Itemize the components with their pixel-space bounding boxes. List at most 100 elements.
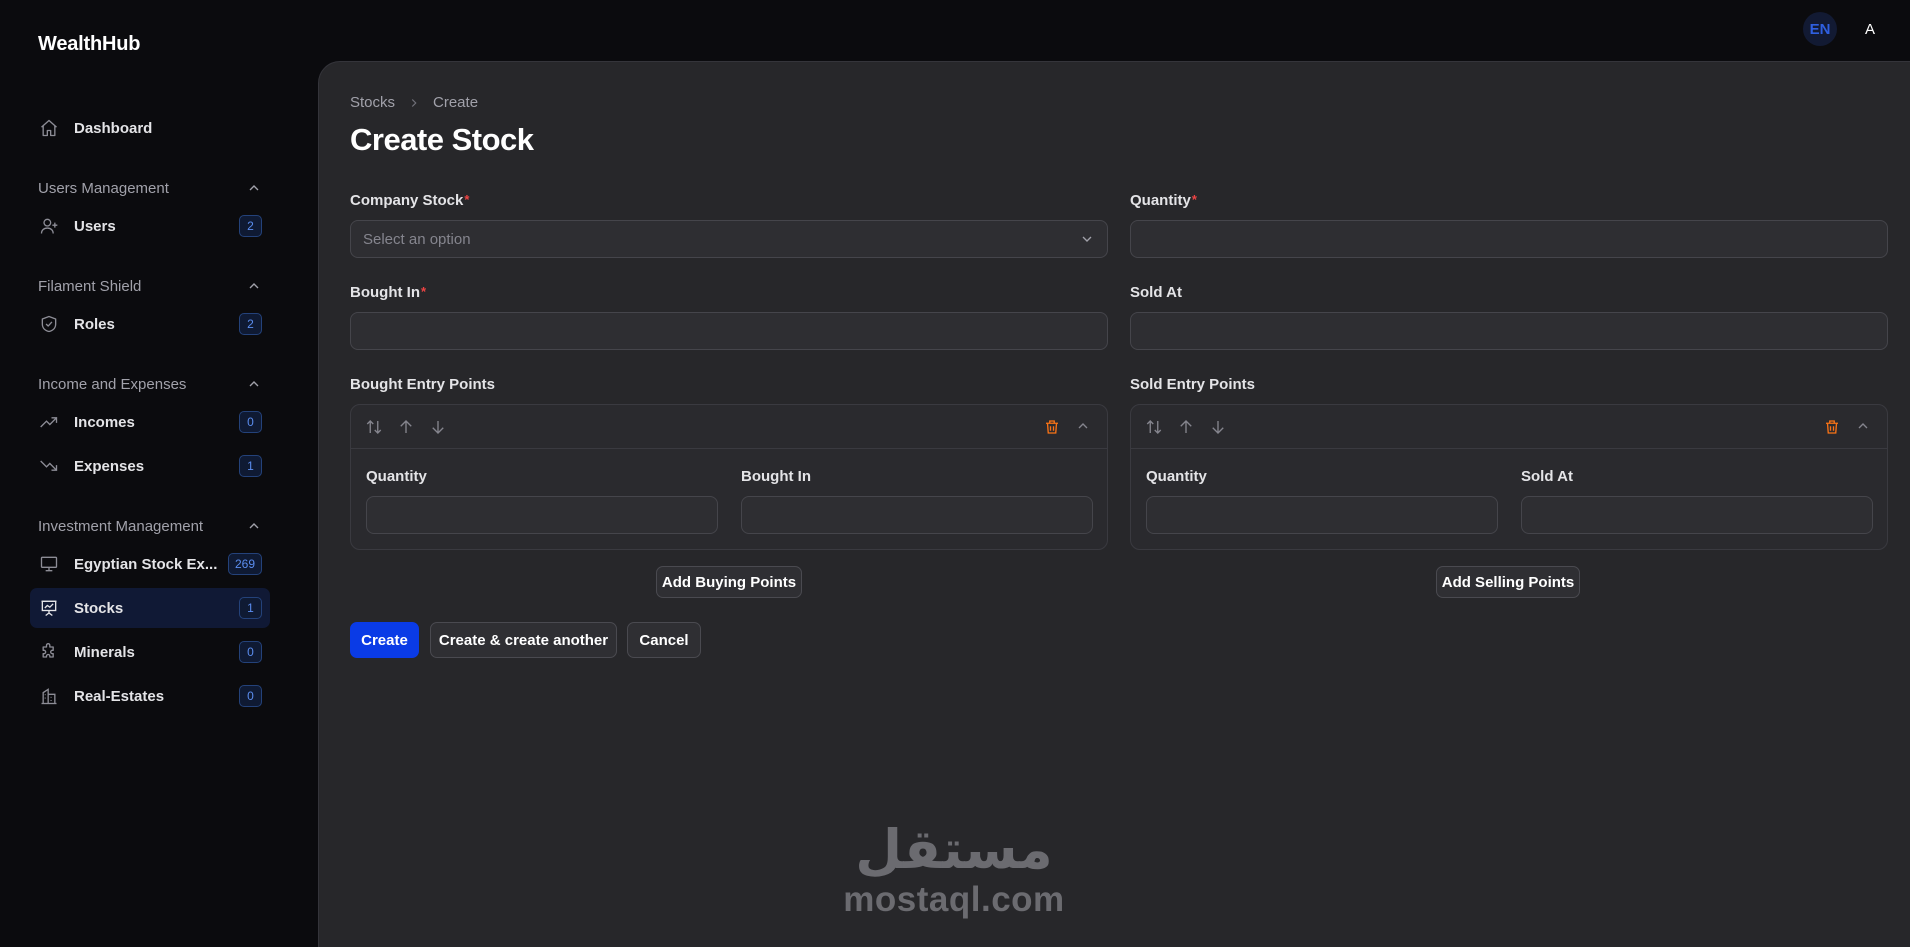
label-text: Company Stock [350,192,464,209]
label-text: Quantity [1130,192,1191,209]
sidebar-item-label: Incomes [74,413,135,431]
arrow-down-icon[interactable] [429,418,447,436]
add-buying-points-button[interactable]: Add Buying Points [656,566,802,598]
company-stock-label: Company Stock* [350,192,469,209]
count-badge: 2 [239,215,262,237]
sidebar-item-stocks[interactable]: Stocks 1 [30,588,270,628]
create-another-button[interactable]: Create & create another [430,622,617,658]
brand-logo[interactable]: WealthHub [38,33,140,56]
bought-in-point-label: Bought In [741,468,811,485]
sidebar-item-incomes[interactable]: Incomes 0 [30,402,270,442]
sidebar-item-roles[interactable]: Roles 2 [30,304,270,344]
add-selling-points-button[interactable]: Add Selling Points [1436,566,1580,598]
user-avatar[interactable]: A [1860,12,1880,46]
count-badge: 1 [239,455,262,477]
select-placeholder: Select an option [363,230,471,248]
sidebar-item-expenses[interactable]: Expenses 1 [30,446,270,486]
breadcrumb-create: Create [433,94,479,111]
trash-icon[interactable] [1823,418,1841,436]
bought-in-label: Bought In* [350,284,426,301]
chevron-up-icon[interactable] [1855,418,1873,436]
sidebar-item-egyptian-stock-exchange[interactable]: Egyptian Stock Ex... 269 [30,544,270,584]
watermark-latin: mostaql.com [843,880,1065,919]
monitor-icon [38,553,60,575]
sidebar-item-label: Stocks [74,599,124,617]
sold-quantity-input[interactable] [1146,496,1498,534]
group-income-expenses[interactable]: Income and Expenses [30,366,270,402]
language-switcher[interactable]: EN [1803,12,1837,46]
sidebar-item-label: Egyptian Stock Ex... [74,555,218,573]
quantity-label: Quantity* [1130,192,1197,209]
label-text: Bought In [350,284,420,301]
building-icon [38,685,60,707]
sidebar-item-users[interactable]: Users 2 [30,206,270,246]
chevron-up-icon[interactable] [246,278,262,294]
bought-quantity-label: Quantity [366,468,427,485]
bought-in-point-input[interactable] [741,496,1093,534]
home-icon [38,117,60,139]
user-plus-icon [38,215,60,237]
trash-icon[interactable] [1043,418,1061,436]
group-title: Users Management [38,179,169,197]
bought-entry-points-label: Bought Entry Points [350,376,495,393]
group-filament-shield[interactable]: Filament Shield [30,268,270,304]
sold-quantity-label: Quantity [1146,468,1207,485]
chevron-right-icon [407,96,421,110]
bought-entry-points-repeater: Quantity Bought In [350,404,1108,550]
arrow-up-icon[interactable] [1177,418,1195,436]
company-stock-select[interactable]: Select an option [350,220,1108,258]
chevron-up-icon[interactable] [1075,418,1093,436]
presentation-chart-icon [38,597,60,619]
group-title: Income and Expenses [38,375,187,393]
breadcrumb-stocks[interactable]: Stocks [350,94,395,111]
sidebar-item-label: Users [74,217,116,235]
bought-quantity-input[interactable] [366,496,718,534]
reorder-icon[interactable] [1145,418,1163,436]
count-badge: 1 [239,597,262,619]
arrow-up-icon[interactable] [397,418,415,436]
sidebar-item-label: Real-Estates [74,687,165,705]
puzzle-icon [38,641,60,663]
sold-at-input[interactable] [1130,312,1888,350]
chevron-up-icon[interactable] [246,376,262,392]
breadcrumb: Stocks Create [350,94,478,111]
count-badge: 0 [239,641,262,663]
sold-entry-points-label: Sold Entry Points [1130,376,1256,393]
sold-entry-points-repeater: Quantity Sold At [1130,404,1888,550]
sold-at-label: Sold At [1130,284,1182,301]
sidebar: WealthHub Dashboard Users Management Use… [0,0,300,947]
page-title: Create Stock [350,122,534,157]
chevron-up-icon[interactable] [246,180,262,196]
sidebar-item-label: Expenses [74,457,145,475]
main-panel: Stocks Create Create Stock Company Stock… [318,61,1910,947]
repeater-toolbar [1131,405,1887,449]
count-badge: 0 [239,685,262,707]
sidebar-nav: Dashboard Users Management Users 2 Filam… [30,108,270,720]
bought-in-input[interactable] [350,312,1108,350]
group-title: Filament Shield [38,277,142,295]
trending-down-icon [38,455,60,477]
create-button[interactable]: Create [350,622,419,658]
sidebar-item-dashboard[interactable]: Dashboard [30,108,270,148]
required-mark: * [1191,192,1197,207]
chevron-down-icon [1079,231,1095,247]
sidebar-item-label: Roles [74,315,115,333]
chevron-up-icon[interactable] [246,518,262,534]
sold-at-point-input[interactable] [1521,496,1873,534]
count-badge: 269 [227,553,262,575]
reorder-icon[interactable] [365,418,383,436]
sidebar-item-label: Minerals [74,643,135,661]
group-users-management[interactable]: Users Management [30,170,270,206]
sold-at-point-label: Sold At [1521,468,1573,485]
group-title: Investment Management [38,517,204,535]
shield-icon [38,313,60,335]
count-badge: 2 [239,313,262,335]
trending-up-icon [38,411,60,433]
cancel-button[interactable]: Cancel [627,622,701,658]
sidebar-item-minerals[interactable]: Minerals 0 [30,632,270,672]
sidebar-item-real-estates[interactable]: Real-Estates 0 [30,676,270,716]
repeater-toolbar [351,405,1107,449]
arrow-down-icon[interactable] [1209,418,1227,436]
group-investment-management[interactable]: Investment Management [30,508,270,544]
quantity-input[interactable] [1130,220,1888,258]
